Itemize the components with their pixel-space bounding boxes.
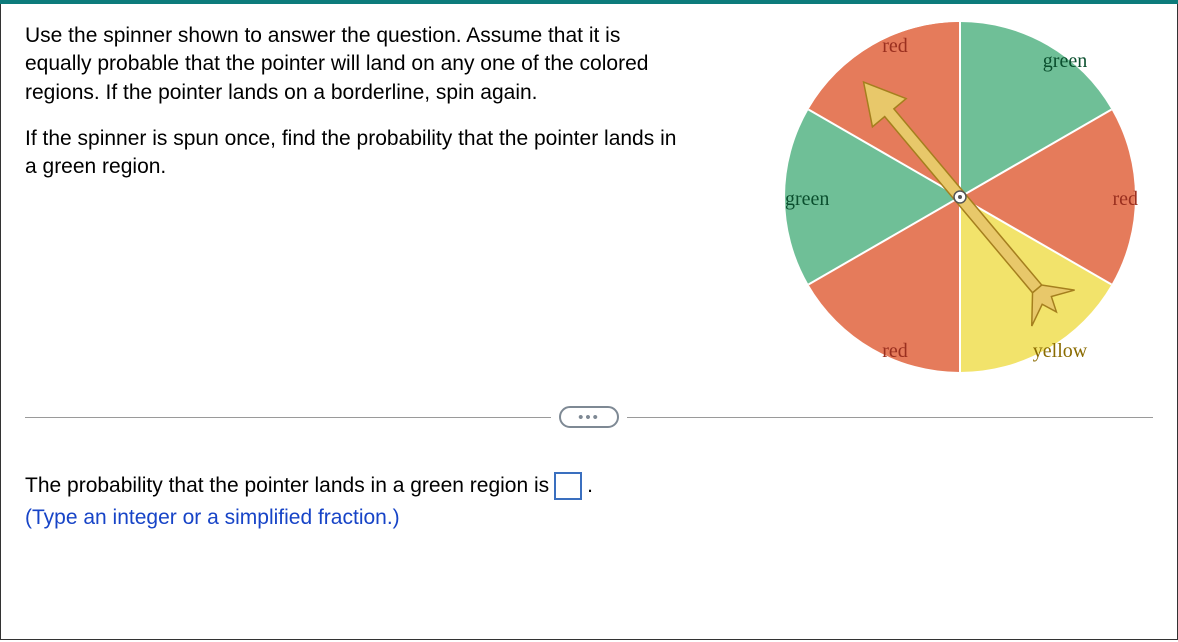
answer-hint: (Type an integer or a simplified fractio… (25, 506, 1153, 530)
label-top-left: red (882, 35, 908, 57)
label-bot-right: yellow (1033, 340, 1088, 362)
question-intro: Use the spinner shown to answer the ques… (25, 22, 685, 107)
spinner-svg: red green green red red yellow (775, 12, 1145, 382)
more-button[interactable]: ••• (559, 406, 619, 428)
answer-area: The probability that the pointer lands i… (25, 472, 1153, 530)
section-divider: ••• (25, 406, 1153, 428)
divider-line-right (627, 417, 1153, 418)
label-top-right: green (1043, 50, 1087, 72)
page: Use the spinner shown to answer the ques… (0, 0, 1178, 642)
ellipsis-icon: ••• (578, 410, 600, 425)
label-mid-left: green (785, 188, 829, 210)
answer-lead: The probability that the pointer lands i… (25, 474, 549, 498)
label-bot-left: red (882, 340, 908, 362)
answer-period: . (587, 474, 593, 498)
label-mid-right: red (1112, 188, 1138, 210)
question-text: Use the spinner shown to answer the ques… (25, 22, 685, 182)
spinner-figure: red green green red red yellow (775, 12, 1145, 382)
question-prompt: If the spinner is spun once, find the pr… (25, 125, 685, 182)
answer-sentence: The probability that the pointer lands i… (25, 472, 1153, 500)
divider-line-left (25, 417, 551, 418)
question-panel: Use the spinner shown to answer the ques… (0, 4, 1178, 640)
answer-input[interactable] (554, 472, 582, 500)
